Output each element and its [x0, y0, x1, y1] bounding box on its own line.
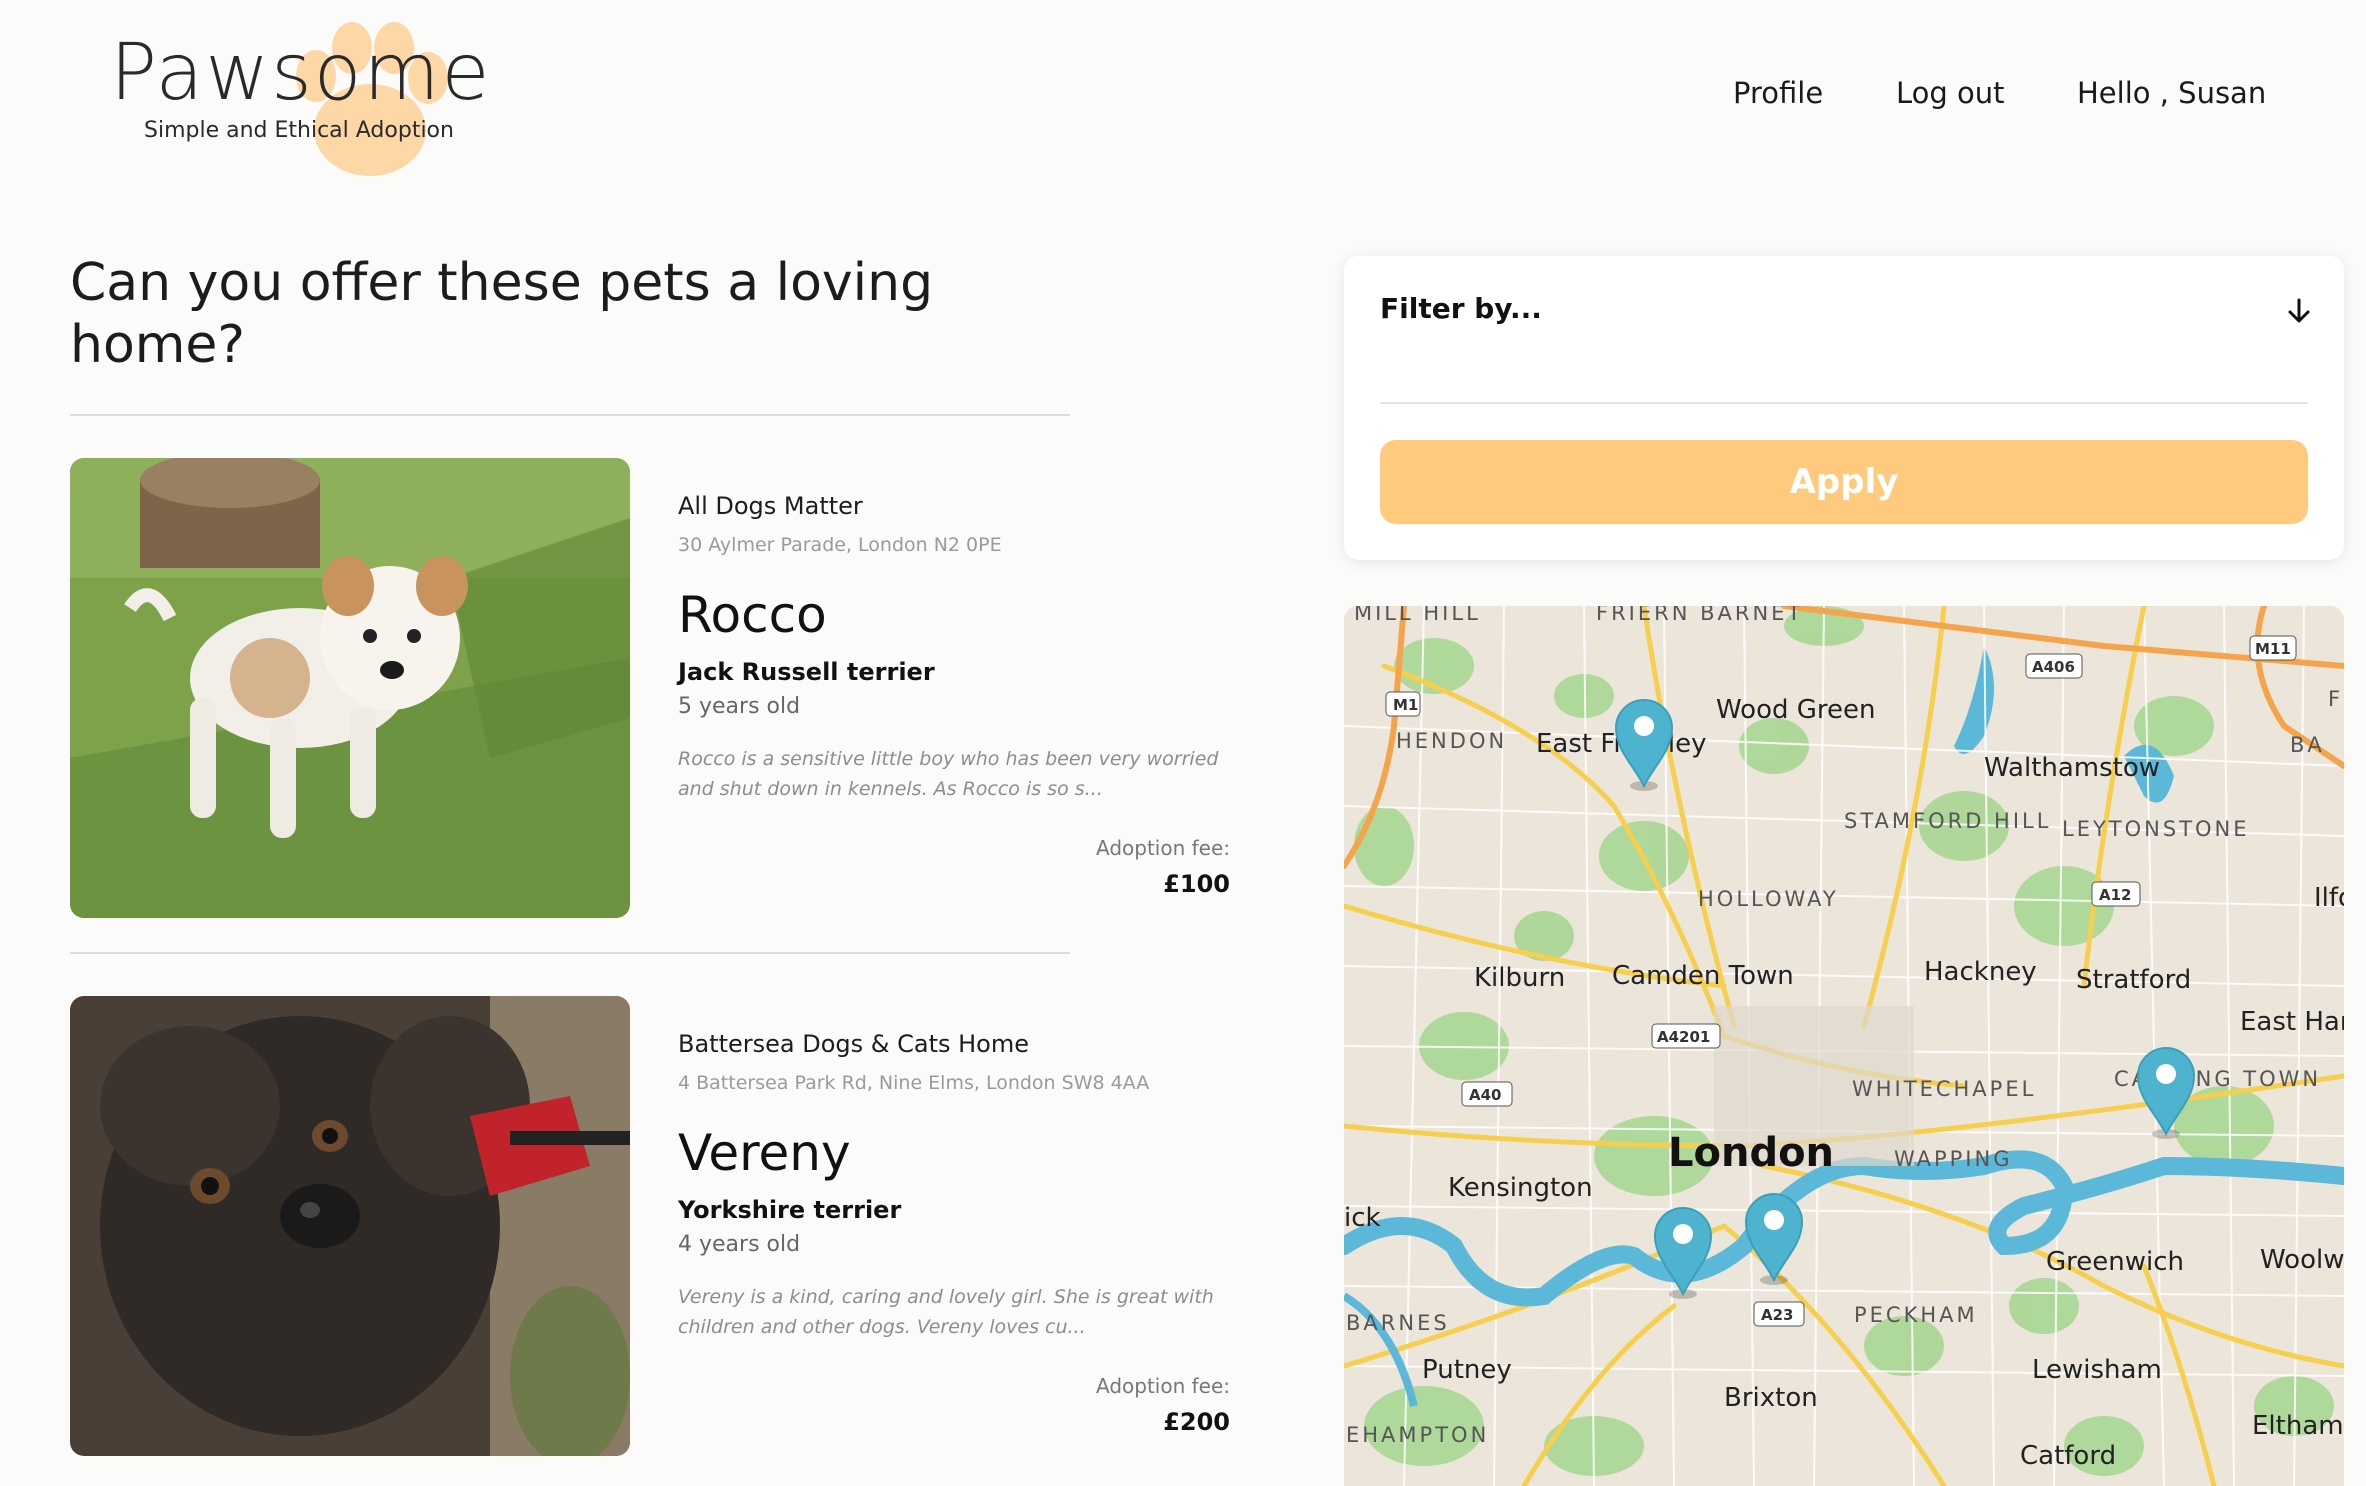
organisation-name: Battersea Dogs & Cats Home	[678, 1030, 1029, 1058]
filter-dropdown-label[interactable]: Filter by...	[1380, 292, 1542, 325]
map-label: LEYTONSTONE	[2062, 817, 2250, 841]
pet-name[interactable]: Rocco	[678, 586, 827, 644]
map-canvas[interactable]: M1 M11 A406 A12 A4201 A40 A23 MILL HILL …	[1344, 606, 2344, 1486]
nav-profile-link[interactable]: Profile	[1733, 76, 1823, 110]
map-label: HENDON	[1396, 729, 1507, 753]
filter-panel: Filter by... Apply	[1344, 256, 2344, 560]
map-label: Camden Town	[1612, 961, 1794, 991]
map-label: Hackney	[1924, 957, 2037, 987]
map[interactable]: M1 M11 A406 A12 A4201 A40 A23 MILL HILL …	[1344, 606, 2344, 1486]
map-label: PECKHAM	[1854, 1303, 1978, 1327]
map-label: Eltham	[2252, 1411, 2344, 1441]
pet-breed: Yorkshire terrier	[678, 1196, 902, 1224]
pet-card[interactable]: All Dogs Matter 30 Aylmer Parade, London…	[70, 458, 1230, 918]
fee-label: Adoption fee:	[1095, 1374, 1230, 1398]
road-shield-a4201: A4201	[1651, 1023, 1721, 1049]
divider	[70, 952, 1070, 954]
map-label: WAPPING	[1894, 1147, 2012, 1171]
pet-description: Rocco is a sensitive little boy who has …	[678, 748, 1219, 800]
map-label: Catford	[2020, 1441, 2116, 1471]
brand-name: Pawsome	[110, 28, 492, 118]
map-label: Lewisham	[2032, 1355, 2162, 1385]
map-label: HOLLOWAY	[1698, 887, 1839, 911]
road-shield-a406: A406	[2025, 653, 2083, 679]
map-label: Kensington	[1448, 1173, 1593, 1203]
map-label: Brixton	[1724, 1383, 1818, 1413]
map-label: Stratford	[2076, 965, 2191, 995]
road-shield-a23: A23	[1753, 1301, 1805, 1327]
map-label: BA	[2290, 733, 2325, 757]
logo[interactable]: Pawsome Simple and Ethical Adoption	[110, 18, 510, 178]
user-greeting: Hello , Susan	[2077, 76, 2267, 110]
divider	[70, 414, 1070, 416]
map-label: F	[2328, 687, 2343, 711]
map-label: Putney	[1422, 1355, 1512, 1385]
svg-text:M11: M11	[2255, 640, 2291, 658]
map-label: Kilburn	[1474, 963, 1565, 993]
pet-photo[interactable]	[70, 996, 630, 1456]
fee-label: Adoption fee:	[1095, 836, 1230, 860]
organisation-address: 4 Battersea Park Rd, Nine Elms, London S…	[678, 1072, 1150, 1094]
road-shield-m1: M1	[1385, 691, 1421, 717]
svg-text:A4201: A4201	[1657, 1028, 1710, 1046]
pet-age: 5 years old	[678, 694, 801, 719]
svg-text:A40: A40	[1469, 1086, 1501, 1104]
apply-button[interactable]: Apply	[1380, 440, 2308, 524]
map-label: Walthamstow	[1984, 753, 2160, 783]
pet-name[interactable]: Vereny	[678, 1124, 851, 1182]
adoption-fee: £200	[1163, 1408, 1230, 1436]
map-label: MILL HILL	[1354, 606, 1481, 625]
road-shield-m11: M11	[2249, 635, 2297, 661]
organisation-address: 30 Aylmer Parade, London N2 0PE	[678, 534, 1002, 556]
pet-description: Vereny is a kind, caring and lovely girl…	[678, 1286, 1214, 1338]
map-label: ick	[1344, 1203, 1381, 1233]
map-label: East Har	[2240, 1007, 2344, 1037]
pet-info: All Dogs Matter 30 Aylmer Parade, London…	[678, 458, 1230, 918]
svg-text:A23: A23	[1761, 1306, 1793, 1324]
map-label: Greenwich	[2046, 1247, 2184, 1277]
page-title: Can you offer these pets a loving home?	[70, 253, 934, 375]
pet-age: 4 years old	[678, 1232, 801, 1257]
map-label: EHAMPTON	[1346, 1423, 1489, 1447]
map-label-london: London	[1668, 1130, 1834, 1176]
nav-logout-link[interactable]: Log out	[1896, 76, 2005, 110]
adoption-fee: £100	[1163, 870, 1230, 898]
organisation-name: All Dogs Matter	[678, 492, 863, 520]
map-label: Wood Green	[1716, 695, 1876, 725]
svg-text:M1: M1	[1393, 696, 1418, 714]
brand-tagline: Simple and Ethical Adoption	[144, 118, 454, 143]
pet-card[interactable]: Battersea Dogs & Cats Home 4 Battersea P…	[70, 996, 1230, 1456]
road-shield-a12: A12	[2091, 881, 2141, 907]
arrow-down-icon[interactable]	[2284, 296, 2314, 326]
filter-underline	[1380, 402, 2308, 404]
map-label: Ilfo	[2314, 883, 2344, 913]
svg-text:A12: A12	[2099, 886, 2131, 904]
map-label: Woolw	[2260, 1245, 2344, 1275]
road-shield-a40: A40	[1461, 1081, 1513, 1107]
pet-photo[interactable]	[70, 458, 630, 918]
svg-text:A406: A406	[2032, 658, 2075, 676]
map-label: BARNES	[1346, 1311, 1450, 1335]
pet-info: Battersea Dogs & Cats Home 4 Battersea P…	[678, 996, 1230, 1456]
pet-breed: Jack Russell terrier	[678, 658, 935, 686]
map-label: STAMFORD HILL	[1844, 809, 2051, 833]
map-label: WHITECHAPEL	[1852, 1077, 2036, 1101]
map-label: FRIERN BARNET	[1596, 606, 1803, 625]
